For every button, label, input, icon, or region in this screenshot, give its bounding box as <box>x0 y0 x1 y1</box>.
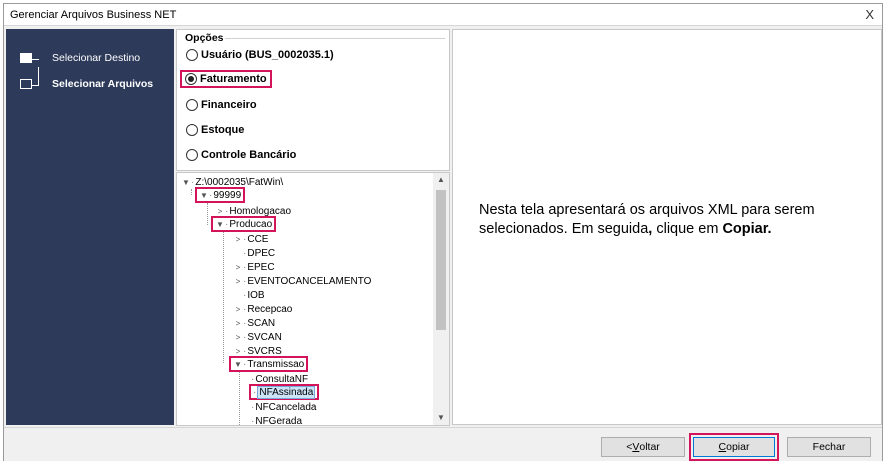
tree-node-recepcao[interactable]: > · Recepcao <box>233 302 293 316</box>
group-divider <box>225 38 445 39</box>
tree-node-producao[interactable]: ▼ · Producao <box>211 216 277 232</box>
tree-node-epec[interactable]: > · EPEC <box>233 260 275 274</box>
chevron-right-icon[interactable]: > <box>233 263 243 272</box>
close-button[interactable]: Fechar <box>787 437 871 457</box>
tree-guide <box>239 371 240 425</box>
wizard-sidebar: Selecionar Destino Selecionar Arquivos <box>6 29 174 425</box>
tree-node-iob[interactable]: · IOB <box>233 288 265 302</box>
radio-icon <box>186 99 198 111</box>
info-text-emphasis: Copiar. <box>722 221 772 237</box>
tree-scrollbar[interactable]: ▲ ▼ <box>433 173 449 425</box>
dialog-window: Gerenciar Arquivos Business NET X Seleci… <box>3 3 883 461</box>
tree-node-label: NFAssinada <box>257 385 316 399</box>
tree-node-label: ConsultaNF <box>255 373 309 385</box>
info-text-part: clique em <box>652 221 723 237</box>
radio-label: Usuário (BUS_0002035.1) <box>201 49 334 61</box>
tree-node-99999[interactable]: ▼ · 99999 <box>195 187 246 203</box>
step-label: Selecionar Arquivos <box>52 78 154 90</box>
radio-label: Estoque <box>201 124 245 136</box>
tree-node-nfgerada[interactable]: · NFGerada <box>251 414 302 426</box>
step-marker-icon <box>20 53 32 63</box>
chevron-right-icon[interactable]: > <box>215 207 225 216</box>
button-label: opiar <box>726 441 750 453</box>
step-select-files: Selecionar Arquivos <box>20 75 153 93</box>
button-label: oltar <box>639 441 660 453</box>
info-panel: Nesta tela apresentará os arquivos XML p… <box>452 29 882 425</box>
radio-icon <box>186 49 198 61</box>
chevron-up-icon[interactable]: ▲ <box>433 173 449 187</box>
radio-estoque[interactable]: Estoque <box>183 121 247 139</box>
chevron-down-icon[interactable]: ▼ <box>433 411 449 425</box>
button-bar: < Voltar Copiar Fechar <box>4 427 882 461</box>
chevron-down-icon[interactable]: ▼ <box>233 360 243 369</box>
step-label: Selecionar Destino <box>52 52 141 64</box>
tree-guide <box>223 231 224 363</box>
tree-node-label: IOB <box>247 289 265 301</box>
info-text: Nesta tela apresentará os arquivos XML p… <box>479 201 869 239</box>
radio-faturamento[interactable]: Faturamento <box>180 70 272 88</box>
chevron-down-icon[interactable]: ▼ <box>199 191 209 200</box>
tree-node-label: Recepcao <box>247 303 293 315</box>
chevron-right-icon[interactable]: > <box>233 277 243 286</box>
scrollbar-thumb[interactable] <box>436 190 446 330</box>
step-select-destination: Selecionar Destino <box>20 49 140 67</box>
step-connector <box>32 59 39 60</box>
tree-node-label: NFGerada <box>255 415 303 426</box>
title-bar: Gerenciar Arquivos Business NET X <box>4 4 882 26</box>
tree-node-label: 99999 <box>213 189 242 201</box>
chevron-right-icon[interactable]: > <box>233 347 243 356</box>
chevron-right-icon[interactable]: > <box>233 305 243 314</box>
tree-node-label: EVENTOCANCELAMENTO <box>247 275 372 287</box>
radio-usuario[interactable]: Usuário (BUS_0002035.1) <box>183 46 337 64</box>
radio-financeiro[interactable]: Financeiro <box>183 96 260 114</box>
radio-label: Controle Bancário <box>201 149 297 161</box>
radio-label: Financeiro <box>201 99 257 111</box>
chevron-down-icon[interactable]: ▼ <box>181 178 191 187</box>
options-group: Opções Usuário (BUS_0002035.1) Faturamen… <box>176 29 450 171</box>
step-marker-icon <box>20 79 32 89</box>
tree-node-dpec[interactable]: · DPEC <box>233 246 275 260</box>
radio-controle-bancario[interactable]: Controle Bancário <box>183 146 299 164</box>
tree-node-label: Producao <box>229 218 273 230</box>
radio-icon <box>186 149 198 161</box>
tree-node-label: Transmissao <box>247 358 305 370</box>
radio-checked-icon <box>185 73 197 85</box>
chevron-right-icon[interactable]: > <box>233 333 243 342</box>
chevron-right-icon[interactable]: > <box>233 235 243 244</box>
tree-node-transmissao[interactable]: ▼ · Transmissao <box>229 356 309 372</box>
tree-node-label: Homologacao <box>229 205 292 217</box>
folder-tree: ▼ · Z:\0002035\FatWin\ ▼ · 99999 > · Homolo… <box>176 172 450 426</box>
tree-node-nfassinada[interactable]: · NFAssinada <box>249 384 320 400</box>
options-title: Opções <box>185 32 224 44</box>
tree-node-label: NFCancelada <box>255 401 317 413</box>
tree-node-label: SVCAN <box>247 331 282 343</box>
tree-node-label: DPEC <box>247 247 276 259</box>
back-button[interactable]: < Voltar <box>601 437 685 457</box>
tree-node-eventocancelamento[interactable]: > · EVENTOCANCELAMENTO <box>233 274 372 288</box>
chevron-down-icon[interactable]: ▼ <box>215 220 225 229</box>
tree-node-scan[interactable]: > · SCAN <box>233 316 275 330</box>
tree-node-label: SVCRS <box>247 345 282 357</box>
button-accel-key: V <box>632 441 640 453</box>
tree-node-label: EPEC <box>247 261 275 273</box>
tree-node-label: SCAN <box>247 317 276 329</box>
tree-node-nfcancelada[interactable]: · NFCancelada <box>251 400 317 414</box>
radio-label: Faturamento <box>200 73 267 85</box>
tree-node-label: Z:\0002035\FatWin\ <box>195 176 284 188</box>
tree-guide <box>207 203 208 225</box>
tree-node-label: CCE <box>247 233 269 245</box>
chevron-right-icon[interactable]: > <box>233 319 243 328</box>
close-icon[interactable]: X <box>865 7 874 22</box>
tree-guide <box>191 189 192 195</box>
window-title: Gerenciar Arquivos Business NET <box>10 9 177 21</box>
copy-button[interactable]: Copiar <box>693 437 775 457</box>
tree-node-cce[interactable]: > · CCE <box>233 232 269 246</box>
button-accel-key: C <box>718 441 727 453</box>
radio-icon <box>186 124 198 136</box>
tree-node-svcan[interactable]: > · SVCAN <box>233 330 282 344</box>
